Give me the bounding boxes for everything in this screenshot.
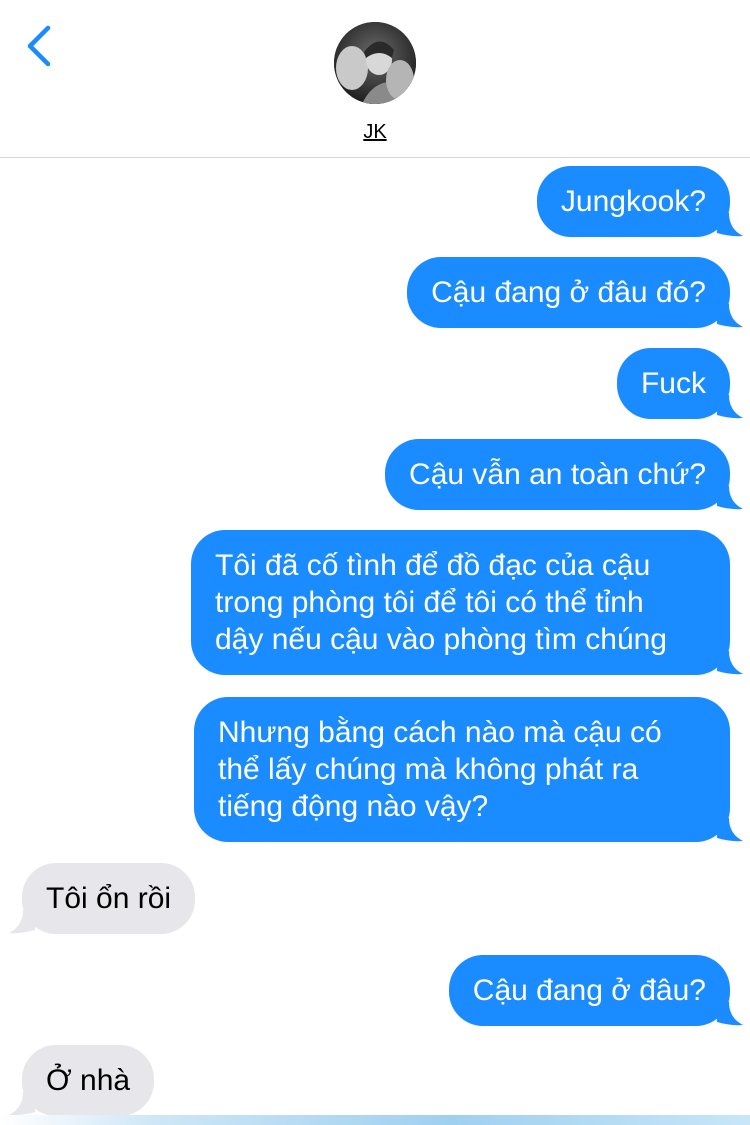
message-bubble-incoming[interactable]: Ở nhà (9, 1045, 155, 1116)
bubble-tail-icon (717, 304, 743, 328)
bubble-tail-icon (9, 910, 35, 934)
avatar-photo (334, 22, 416, 104)
message-text: Fuck (640, 367, 706, 400)
back-button[interactable] (20, 22, 60, 72)
message-bubble-outgoing[interactable]: Tôi đã cố tình để đồ đạc của cậu trong p… (191, 530, 743, 675)
message-text: Cậu đang ở đâu? (472, 974, 706, 1007)
message-text-line: dậy nếu cậu vào phòng tìm chúng (215, 623, 667, 656)
message-text-line: trong phòng tôi để tôi có thể tỉnh (215, 586, 644, 619)
message-bubble-outgoing[interactable]: Cậu đang ở đâu đó? (407, 257, 743, 328)
bubble-tail-icon (717, 486, 743, 510)
message-text-line: Tôi đã cố tình để đồ đạc của cậu (215, 549, 651, 582)
message-bubble-incoming[interactable]: Tôi ổn rồi (9, 863, 196, 934)
conversation-header: JK (0, 0, 750, 158)
message-text: Tôi ổn rồi (46, 882, 172, 915)
bubble-tail-icon (717, 651, 743, 675)
message-bubble-outgoing[interactable]: Fuck (616, 348, 743, 419)
bubble-tail-icon (9, 1092, 35, 1116)
message-text-line: tiếng động nào vậy? (218, 790, 489, 823)
contact-name[interactable]: JK (0, 121, 750, 144)
bubble-tail-icon (717, 1002, 743, 1026)
bubble-tail-icon (717, 818, 743, 842)
message-text: Jungkook? (560, 185, 706, 218)
bubble-tail-icon (717, 213, 743, 237)
chevron-left-icon (27, 25, 51, 67)
message-text: Cậu đang ở đâu đó? (431, 276, 706, 309)
message-bubble-outgoing[interactable]: Jungkook? (536, 166, 743, 237)
message-bubble-outgoing[interactable]: Cậu vẫn an toàn chứ? (385, 439, 743, 510)
message-text: Ở nhà (46, 1064, 131, 1097)
messages-screen: JK Jungkook? Cậu đang ở đâu đó? Fuck Cậu… (0, 0, 750, 1125)
contact-avatar[interactable] (334, 22, 416, 104)
message-text: Cậu vẫn an toàn chứ? (409, 458, 706, 491)
bubble-tail-icon (717, 395, 743, 419)
message-bubble-outgoing[interactable]: Nhưng bằng cách nào mà cậu có thể lấy ch… (194, 697, 743, 842)
message-text-line: Nhưng bằng cách nào mà cậu có (218, 716, 662, 749)
message-thread: Jungkook? Cậu đang ở đâu đó? Fuck Cậu vẫ… (0, 158, 750, 1125)
keyboard-edge (0, 1115, 750, 1125)
message-bubble-outgoing[interactable]: Cậu đang ở đâu? (448, 955, 743, 1026)
message-text-line: thể lấy chúng mà không phát ra (218, 753, 639, 786)
